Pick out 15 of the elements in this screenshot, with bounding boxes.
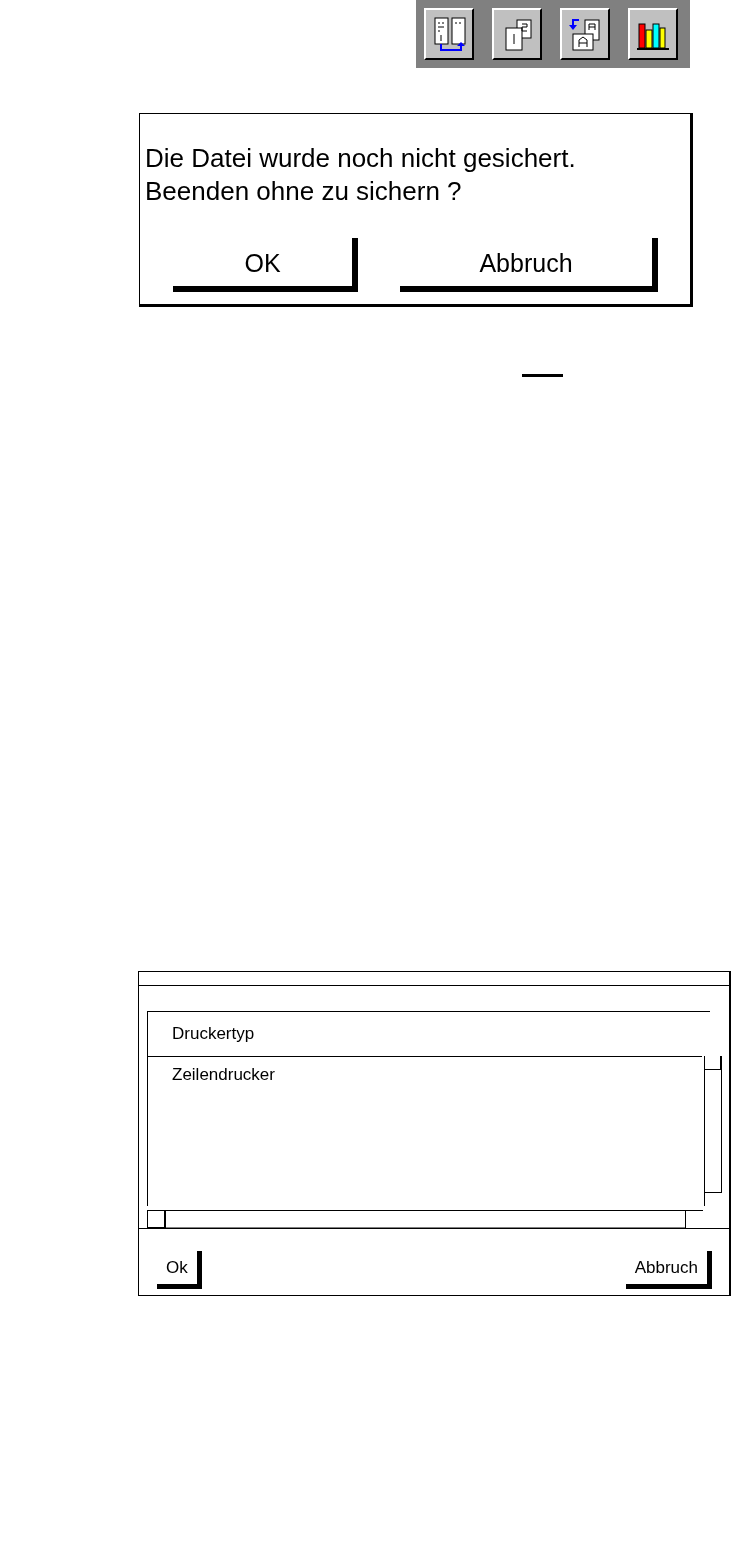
message-text: Beenden ohne zu sichern ? <box>145 175 463 208</box>
toolbar-button[interactable] <box>560 8 610 60</box>
dialog-button[interactable]: Abbruch <box>400 238 658 292</box>
short-line <box>522 374 563 377</box>
list-header: Druckertyp <box>147 1011 710 1056</box>
dialog-button[interactable]: Ok <box>157 1251 202 1289</box>
horizontal-scrollbar[interactable] <box>147 1210 703 1228</box>
toolbar-button[interactable] <box>492 8 542 60</box>
dialog-button[interactable]: OK <box>173 238 358 292</box>
vertical-scrollbar[interactable] <box>704 1056 722 1206</box>
list-item[interactable]: Zeilendrucker <box>148 1061 703 1089</box>
message-text: Die Datei wurde noch nicht gesichert. <box>145 142 577 175</box>
toolbar-button[interactable] <box>424 8 474 60</box>
toolbar-button[interactable] <box>628 8 678 60</box>
dialog-button[interactable]: Abbruch <box>625 1251 712 1289</box>
